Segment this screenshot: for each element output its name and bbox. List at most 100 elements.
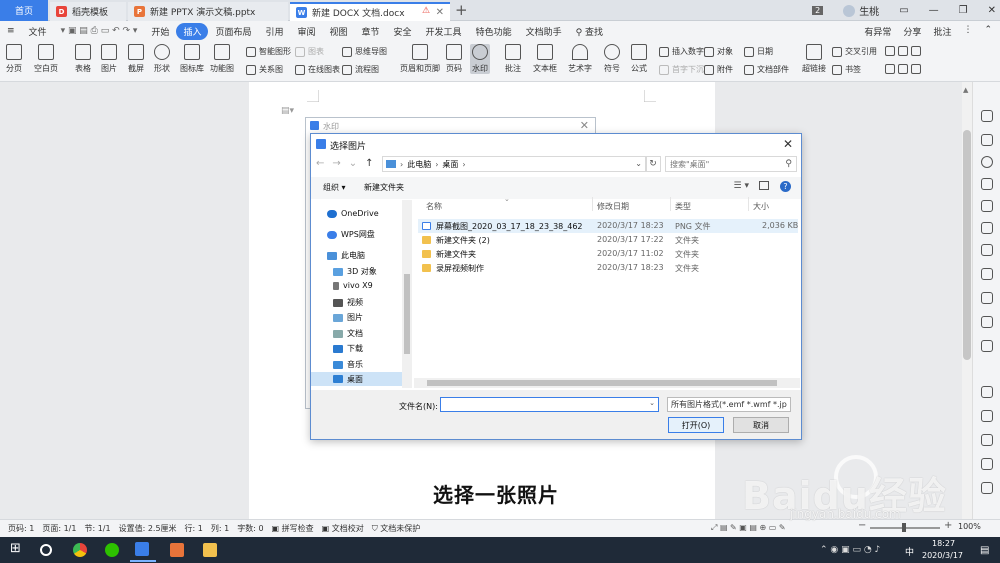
system-tray-icons[interactable]: ⌃ ◉ ▣ ▭ ◔ ♪ — [820, 545, 880, 555]
notification-center-icon[interactable]: ▤ — [980, 545, 989, 556]
nav-wps-cloud[interactable]: WPS网盘 — [327, 229, 375, 240]
picture-button[interactable]: 图片 — [101, 44, 117, 74]
icon-library-button[interactable]: 图标库 — [180, 44, 204, 74]
cancel-button[interactable]: 取消 — [733, 417, 789, 433]
column-size[interactable]: 大小 — [753, 201, 769, 212]
cross-reference-button[interactable]: 交叉引用 — [832, 46, 877, 57]
menu-doc-assistant[interactable]: 文档助手 — [519, 25, 569, 38]
recent-locations-icon[interactable]: ⌄ — [349, 158, 357, 169]
ribbon-extra-icons[interactable] — [885, 64, 924, 74]
wps-presentation-icon[interactable] — [170, 543, 184, 557]
zoom-slider-thumb[interactable] — [902, 523, 906, 532]
comment-button[interactable]: 批注 — [933, 25, 951, 38]
sidebar-tool-icon[interactable] — [981, 268, 993, 280]
share-button[interactable]: 分享 — [903, 25, 921, 38]
doc-protection-button[interactable]: ⛉ 文档未保护 — [372, 523, 421, 534]
bookmark-button[interactable]: 书签 — [832, 64, 861, 75]
clock-date[interactable]: 2020/3/17 — [922, 551, 963, 560]
object-button[interactable]: 对象 — [704, 46, 733, 57]
scroll-up-icon[interactable]: ▲ — [963, 86, 968, 94]
nav-onedrive[interactable]: OneDrive — [327, 209, 379, 218]
wechat-icon[interactable] — [105, 543, 119, 557]
sidebar-tool-icon[interactable] — [981, 200, 993, 212]
open-button[interactable]: 打开(O) — [668, 417, 724, 433]
sidebar-tool-icon[interactable] — [981, 340, 993, 352]
file-row[interactable]: 录屏视频制作 2020/3/17 18:23 文件夹 — [418, 261, 798, 275]
menu-special[interactable]: 特色功能 — [469, 25, 519, 38]
symbol-button[interactable]: 符号 — [604, 44, 620, 74]
column-name[interactable]: 名称 — [426, 201, 442, 212]
sidebar-tool-icon[interactable] — [981, 316, 993, 328]
file-row[interactable]: 新建文件夹 (2) 2020/3/17 17:22 文件夹 — [418, 233, 798, 247]
preview-pane-icon[interactable] — [759, 181, 769, 190]
menu-security[interactable]: 安全 — [387, 25, 419, 38]
function-chart-button[interactable]: 功能图 — [210, 44, 234, 74]
menu-file[interactable]: 文件 — [22, 25, 54, 38]
page-number-button[interactable]: 页码 — [446, 44, 462, 74]
page-break-button[interactable]: 分页 — [6, 44, 22, 74]
proofread-button[interactable]: ▣ 文档校对 — [322, 523, 364, 534]
column-type[interactable]: 类型 — [675, 201, 691, 212]
forward-arrow-icon[interactable]: → — [332, 158, 340, 169]
nav-documents[interactable]: 文档 — [333, 328, 363, 339]
window-mode-icon[interactable]: ▭ — [899, 5, 908, 16]
nav-music[interactable]: 音乐 — [333, 359, 363, 370]
search-input[interactable]: 搜索"桌面" ⚲ — [665, 156, 797, 172]
spell-check-button[interactable]: ▣ 拼写检查 — [272, 523, 314, 534]
nav-downloads[interactable]: 下载 — [333, 343, 363, 354]
menu-insert[interactable]: 插入 — [176, 22, 209, 40]
cortana-search-icon[interactable] — [40, 544, 52, 556]
quick-access-icons[interactable]: ▾ ▣ ▤ ⎙ ▭ ↶ ↷ ▾ — [54, 26, 145, 36]
avatar[interactable] — [843, 4, 856, 17]
close-icon[interactable]: ✕ — [580, 119, 589, 132]
relation-chart-button[interactable]: 关系图 — [246, 64, 283, 75]
nav-pictures[interactable]: 图片 — [333, 312, 363, 323]
menu-review[interactable]: 审阅 — [290, 25, 322, 38]
zoom-out-button[interactable]: − — [858, 520, 866, 531]
up-arrow-icon[interactable]: ↑ — [365, 158, 373, 169]
close-icon[interactable]: ✕ — [436, 7, 444, 18]
breadcrumb-this-pc[interactable]: 此电脑 — [407, 159, 431, 170]
sidebar-tool-icon[interactable] — [981, 410, 993, 422]
header-footer-button[interactable]: 页眉和页脚 — [400, 44, 440, 74]
ribbon-extra-icons[interactable] — [885, 46, 924, 56]
menu-developer[interactable]: 开发工具 — [419, 25, 469, 38]
file-explorer-icon[interactable] — [203, 543, 217, 557]
nav-pane-scroll-thumb[interactable] — [404, 274, 410, 354]
menu-search[interactable]: ⚲ 查找 — [569, 25, 610, 38]
tab-pptx[interactable]: P 新建 PPTX 演示文稿.pptx — [128, 2, 288, 21]
screenshot-button[interactable]: 截屏 — [128, 44, 144, 74]
horizontal-scroll-thumb[interactable] — [427, 380, 777, 386]
status-word-count[interactable]: 字数: 0 — [237, 523, 263, 534]
new-folder-button[interactable]: 新建文件夹 — [364, 182, 404, 193]
back-arrow-icon[interactable]: ← — [316, 158, 324, 169]
menu-references[interactable]: 引用 — [258, 25, 290, 38]
file-row[interactable]: 新建文件夹 2020/3/17 11:02 文件夹 — [418, 247, 798, 261]
close-icon[interactable]: ✕ — [783, 137, 793, 151]
sidebar-tool-icon[interactable] — [981, 458, 993, 470]
sidebar-tool-icon[interactable] — [981, 482, 993, 494]
sidebar-tool-icon[interactable] — [981, 178, 993, 190]
maximize-icon[interactable]: ❐ — [959, 5, 968, 16]
user-name[interactable]: 生桃 — [859, 3, 879, 18]
menu-page-layout[interactable]: 页面布局 — [208, 25, 258, 38]
wps-writer-icon[interactable] — [135, 542, 149, 556]
chevron-down-icon[interactable]: ⌄ — [635, 159, 642, 168]
new-tab-button[interactable]: + — [455, 1, 468, 19]
nav-desktop[interactable]: 桌面 — [311, 372, 402, 386]
breadcrumb-desktop[interactable]: 桌面 — [442, 159, 458, 170]
ime-indicator[interactable]: 中 — [905, 545, 914, 558]
comment-insert-button[interactable]: 批注 — [505, 44, 521, 74]
textbox-button[interactable]: 文本框 — [533, 44, 557, 74]
menu-home[interactable]: 开始 — [144, 25, 176, 38]
filename-input[interactable]: ⌄ — [440, 397, 659, 412]
sidebar-tool-icon[interactable] — [981, 434, 993, 446]
blank-page-button[interactable]: 空白页 — [34, 44, 58, 74]
smart-graphic-button[interactable]: 智能图形 — [246, 46, 291, 57]
sidebar-tool-icon[interactable] — [981, 244, 993, 256]
online-chart-button[interactable]: 在线图表 — [295, 64, 340, 75]
chart-button[interactable]: 图表 — [295, 46, 324, 57]
flowchart-button[interactable]: 流程图 — [342, 64, 379, 75]
more-icon[interactable]: ⋮ — [963, 25, 972, 38]
menu-view[interactable]: 视图 — [323, 25, 355, 38]
